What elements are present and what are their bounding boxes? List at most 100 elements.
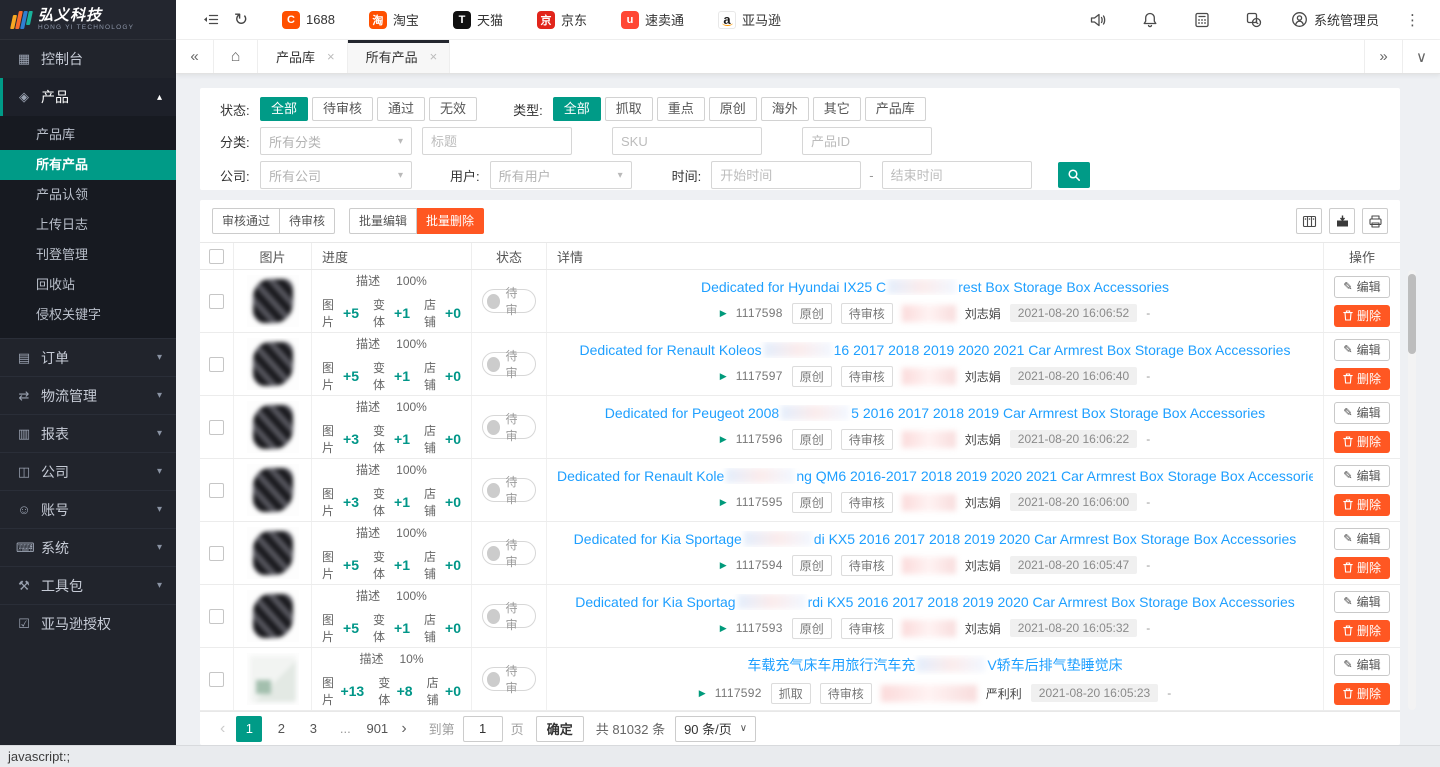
sidebar-item[interactable]: ⚒ 工具包 ▾	[0, 566, 176, 604]
table-scrollbar-thumb[interactable]	[1408, 274, 1416, 354]
company-select[interactable]: 所有公司 ▾	[260, 161, 412, 189]
type-filter-chip[interactable]: 其它	[813, 97, 861, 121]
product-title-link[interactable]: Dedicated for Kia Sportage di KX5 2016 2…	[574, 531, 1297, 547]
next-page-icon[interactable]: ›	[393, 720, 414, 738]
row-checkbox[interactable]	[209, 294, 224, 309]
page-size-select[interactable]: 90 条/页 ∨	[675, 716, 756, 742]
product-thumbnail[interactable]	[247, 275, 299, 327]
edit-button[interactable]: ✎ 编辑	[1334, 465, 1390, 487]
edit-button[interactable]: ✎ 编辑	[1334, 276, 1390, 298]
approve-button[interactable]: 审核通过	[212, 208, 280, 234]
status-filter-chip[interactable]: 通过	[377, 97, 425, 121]
play-icon[interactable]: ▶	[720, 497, 727, 508]
select-all-checkbox[interactable]	[209, 249, 224, 264]
play-icon[interactable]: ▶	[720, 560, 727, 571]
page-button[interactable]: 1	[236, 716, 262, 742]
user-select[interactable]: 所有用户 ▾	[490, 161, 632, 189]
type-filter-chip[interactable]: 重点	[657, 97, 705, 121]
batch-edit-button[interactable]: 批量编辑	[349, 208, 417, 234]
page-button[interactable]: 2	[268, 716, 294, 742]
sidebar-item[interactable]: ⇄ 物流管理 ▾	[0, 376, 176, 414]
product-title-link[interactable]: Dedicated for Renault Koleos 16 2017 201…	[580, 342, 1291, 358]
play-icon[interactable]: ▶	[720, 434, 727, 445]
status-filter-chip[interactable]: 全部	[260, 97, 308, 121]
type-filter-chip[interactable]: 全部	[553, 97, 601, 121]
delete-button[interactable]: 删除	[1334, 305, 1390, 327]
sidebar-item[interactable]: ▥ 报表 ▾	[0, 414, 176, 452]
row-checkbox[interactable]	[209, 420, 224, 435]
submenu-item[interactable]: 产品库	[0, 120, 176, 150]
sidebar-item[interactable]: ☺ 账号 ▾	[0, 490, 176, 528]
product-title-link[interactable]: Dedicated for Kia Sportag rdi KX5 2016 2…	[575, 594, 1295, 610]
type-filter-chip[interactable]: 海外	[761, 97, 809, 121]
delete-button[interactable]: 删除	[1334, 683, 1390, 705]
product-thumbnail[interactable]	[247, 527, 299, 579]
admin-user-menu[interactable]: 系统管理员	[1291, 10, 1379, 29]
edit-button[interactable]: ✎ 编辑	[1334, 591, 1390, 613]
type-filter-chip[interactable]: 原创	[709, 97, 757, 121]
tab[interactable]: 产品库 ×	[258, 40, 348, 73]
product-thumbnail[interactable]	[247, 464, 299, 516]
delete-button[interactable]: 删除	[1334, 620, 1390, 642]
submenu-item[interactable]: 侵权关键字	[0, 300, 176, 330]
edit-button[interactable]: ✎ 编辑	[1334, 402, 1390, 424]
prev-page-icon[interactable]: ‹	[212, 720, 233, 738]
delete-button[interactable]: 删除	[1334, 368, 1390, 390]
page-button[interactable]: 3	[300, 716, 326, 742]
end-time-input[interactable]	[882, 161, 1032, 189]
row-checkbox[interactable]	[209, 357, 224, 372]
play-icon[interactable]: ▶	[720, 308, 727, 319]
row-checkbox[interactable]	[209, 483, 224, 498]
play-icon[interactable]: ▶	[699, 688, 706, 699]
marketplace-link[interactable]: C 1688	[282, 11, 335, 29]
refresh-icon[interactable]: ↻	[226, 5, 256, 35]
tabs-menu-icon[interactable]: ∨	[1402, 40, 1440, 73]
set-pending-button[interactable]: 待审核	[280, 208, 335, 234]
goto-page-input[interactable]	[463, 716, 503, 742]
goto-confirm-button[interactable]: 确定	[536, 716, 584, 742]
category-select[interactable]: 所有分类 ▾	[260, 127, 412, 155]
more-options-icon[interactable]: ⋮	[1401, 11, 1424, 29]
tab-close-icon[interactable]: ×	[430, 49, 438, 64]
tabs-scroll-right-icon[interactable]: »	[1364, 40, 1402, 73]
product-thumbnail[interactable]	[247, 401, 299, 453]
status-filter-chip[interactable]: 待审核	[312, 97, 373, 121]
marketplace-link[interactable]: 淘 淘宝	[369, 10, 419, 29]
play-icon[interactable]: ▶	[720, 371, 727, 382]
row-checkbox[interactable]	[209, 672, 224, 687]
product-id-input[interactable]	[802, 127, 932, 155]
title-search-input[interactable]	[422, 127, 572, 155]
export-icon[interactable]	[1329, 208, 1355, 234]
marketplace-link[interactable]: a 亚马逊	[718, 10, 781, 29]
play-icon[interactable]: ▶	[720, 623, 727, 634]
table-scrollbar[interactable]	[1408, 270, 1416, 710]
start-time-input[interactable]	[711, 161, 861, 189]
product-thumbnail[interactable]	[247, 590, 299, 642]
product-title-link[interactable]: Dedicated for Hyundai IX25 C rest Box St…	[701, 279, 1169, 295]
page-button[interactable]: ...	[332, 716, 358, 742]
submenu-item[interactable]: 刊登管理	[0, 240, 176, 270]
status-filter-chip[interactable]: 无效	[429, 97, 477, 121]
sku-search-input[interactable]	[612, 127, 762, 155]
product-title-link[interactable]: 车载充气床车用旅行汽车充 V轿车后排气垫睡觉床	[747, 655, 1122, 675]
type-filter-chip[interactable]: 产品库	[865, 97, 926, 121]
submenu-item[interactable]: 回收站	[0, 270, 176, 300]
edit-button[interactable]: ✎ 编辑	[1334, 654, 1390, 676]
edit-button[interactable]: ✎ 编辑	[1334, 339, 1390, 361]
submenu-item[interactable]: 上传日志	[0, 210, 176, 240]
sidebar-item-product[interactable]: ◈ 产品 ▴	[0, 78, 176, 116]
delete-button[interactable]: 删除	[1334, 494, 1390, 516]
product-title-link[interactable]: Dedicated for Renault Kole ng QM6 2016-2…	[557, 468, 1313, 484]
delete-button[interactable]: 删除	[1334, 431, 1390, 453]
sidebar-item[interactable]: ◫ 公司 ▾	[0, 452, 176, 490]
marketplace-link[interactable]: u 速卖通	[621, 10, 684, 29]
row-checkbox[interactable]	[209, 609, 224, 624]
search-button[interactable]	[1058, 162, 1090, 188]
print-icon[interactable]	[1362, 208, 1388, 234]
marketplace-link[interactable]: 京 京东	[537, 10, 587, 29]
product-thumbnail[interactable]	[247, 653, 299, 705]
submenu-item[interactable]: 所有产品	[0, 150, 176, 180]
sidebar-item[interactable]: ⌨ 系统 ▾	[0, 528, 176, 566]
row-checkbox[interactable]	[209, 546, 224, 561]
tabs-scroll-left-icon[interactable]: «	[176, 40, 214, 73]
